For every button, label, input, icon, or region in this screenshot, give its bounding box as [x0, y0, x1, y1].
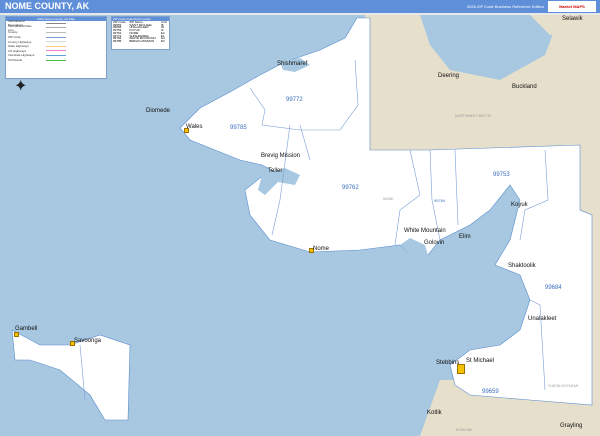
region-label: NOME [383, 197, 394, 201]
city-label[interactable]: Golovin [424, 240, 444, 246]
city-label[interactable]: Diomede [146, 108, 170, 114]
map-legend: 2026 Nome County, AK Map International B… [5, 16, 107, 79]
map-title: NOME COUNTY, AK [5, 1, 90, 11]
edition-label: 2026 ZIP Code Business Reference Edition [466, 4, 544, 9]
compass-rose-icon: ✦ [14, 78, 28, 95]
city-label[interactable]: White Mountain [404, 228, 446, 234]
city-label[interactable]: Kotlik [427, 410, 442, 416]
city-label[interactable]: Unalakleet [528, 316, 556, 322]
city-marker [457, 364, 465, 374]
legend-item: Toll Roads [6, 58, 106, 63]
table-row: 99785 BREVIG MISSION D2 [113, 38, 165, 43]
zip-label[interactable]: 99659 [482, 389, 499, 395]
city-label[interactable]: Selawik [562, 16, 583, 22]
city-label[interactable]: Elim [459, 234, 471, 240]
city-label[interactable]: Nome [313, 246, 329, 252]
city-label[interactable]: Koyuk [511, 202, 528, 208]
city-label[interactable]: Stebbins [436, 360, 459, 366]
city-label[interactable]: Gambell [15, 326, 37, 332]
city-label[interactable]: Teller [268, 168, 282, 174]
city-label[interactable]: Shaktoolik [508, 263, 536, 269]
brand-logo: Market MAPS [548, 1, 596, 12]
city-marker [14, 332, 19, 337]
zip-label[interactable]: 99772 [286, 97, 303, 103]
city-label[interactable]: Buckland [512, 84, 537, 90]
zip-label[interactable]: 99762 [342, 185, 359, 191]
zip-label[interactable]: 99753 [493, 172, 510, 178]
zip-index-table: ZIP Code Index/Grid Locator ZIP Code ZIP … [111, 16, 170, 50]
region-label: YUKON-KOYUKUK [548, 384, 579, 388]
city-label[interactable]: St Michael [466, 358, 494, 364]
zip-label[interactable]: 99684 [545, 285, 562, 291]
zip-label[interactable]: 99785 [230, 125, 247, 131]
city-label[interactable]: Wales [186, 124, 202, 130]
city-label[interactable]: Deering [438, 73, 459, 79]
city-label[interactable]: Brevig Mission [261, 153, 300, 159]
region-label: NORTHWEST ARCTIC [455, 114, 492, 118]
city-label[interactable]: Grayling [560, 423, 582, 429]
region-label: KUSILVAK [456, 428, 473, 432]
title-bar: NOME COUNTY, AK 2026 ZIP Code Business R… [0, 0, 600, 13]
city-label[interactable]: Savoonga [74, 338, 101, 344]
city-label[interactable]: Shishmaref [277, 61, 307, 67]
zip-label[interactable]: 99784 [434, 198, 445, 203]
